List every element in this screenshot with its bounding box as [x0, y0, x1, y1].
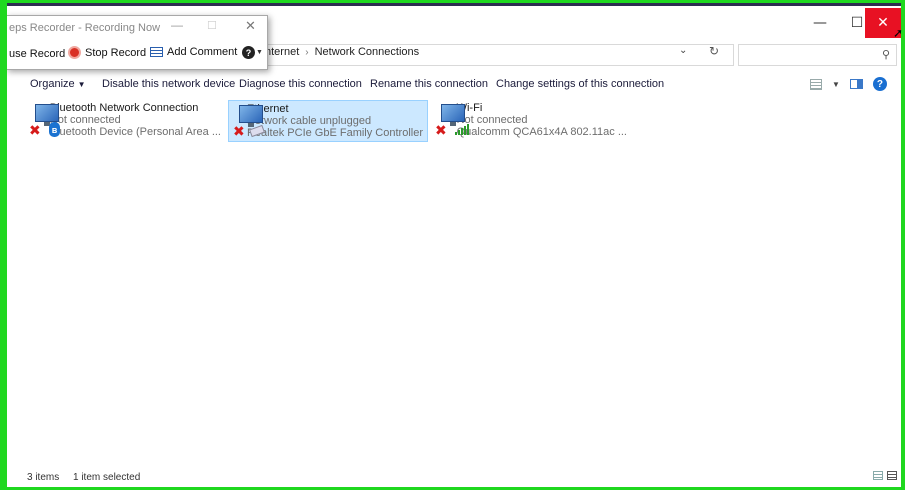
command-bar: Organize ▼ Disable this network device Di…	[7, 74, 901, 96]
recorder-actions: use Record Stop Record Add Comment ? ▼	[7, 44, 267, 66]
connections-list: ✖ ʙ Bluetooth Network Connection Not con…	[7, 98, 901, 460]
network-connections-window: — ☐ ✕ nternet › Network Connections ⌄ ↻ …	[7, 6, 901, 487]
connection-device: Realtek PCIe GbE Family Controller	[246, 127, 423, 139]
rename-connection-button[interactable]: Rename this connection	[370, 78, 488, 90]
disconnected-x-icon: ✖	[29, 123, 41, 139]
connection-status: Not connected	[49, 114, 121, 126]
preview-pane-icon[interactable]	[849, 79, 863, 89]
connection-name: Bluetooth Network Connection	[49, 102, 199, 114]
view-controls: ▼ ?	[810, 77, 887, 91]
help-icon: ?	[242, 46, 255, 59]
selection-count: 1 item selected	[73, 472, 141, 483]
monitor-icon	[35, 104, 59, 126]
breadcrumb-internet[interactable]: nternet	[265, 46, 299, 58]
stop-record-label: Stop Record	[85, 46, 147, 59]
help-icon[interactable]: ?	[872, 77, 887, 91]
change-settings-button[interactable]: Change settings of this connection	[496, 78, 664, 90]
breadcrumb-separator-icon[interactable]: ›	[305, 47, 308, 58]
disconnected-x-icon: ✖	[435, 123, 447, 139]
item-count: 3 items	[27, 472, 60, 483]
monitor-icon	[239, 105, 263, 127]
connection-device: Bluetooth Device (Personal Area ...	[49, 126, 221, 138]
diagnose-connection-button[interactable]: Diagnose this connection	[239, 78, 362, 90]
stop-record-button[interactable]: Stop Record	[68, 46, 146, 59]
status-bar: 3 items 1 item selected	[7, 468, 901, 486]
breadcrumb: nternet › Network Connections	[265, 46, 419, 58]
recorder-help-button[interactable]: ? ▼	[242, 46, 263, 59]
change-view-icon[interactable]	[810, 78, 822, 90]
recorder-title: eps Recorder - Recording Now	[9, 22, 161, 34]
large-icons-view-icon[interactable]	[887, 471, 897, 480]
stop-record-icon	[68, 46, 81, 59]
bluetooth-icon: ʙ	[49, 122, 60, 137]
connection-item-ethernet[interactable]: ✖ Ethernet Network cable unplugged Realt…	[228, 100, 428, 142]
recorder-close-button[interactable]: ✕	[245, 19, 256, 34]
network-adapter-icon: ✖	[233, 103, 265, 140]
details-view-icon[interactable]	[873, 471, 883, 480]
comment-icon	[150, 47, 163, 57]
address-history-chevron-icon[interactable]: ⌄	[679, 45, 687, 56]
connection-item-wifi[interactable]: ✖ Wi-Fi Not connected Qualcomm QCA61x4A …	[431, 100, 631, 142]
connection-name: Wi-Fi	[456, 102, 483, 114]
monitor-icon	[441, 104, 465, 126]
add-comment-button[interactable]: Add Comment	[150, 46, 237, 58]
search-input[interactable]: ⚲	[738, 44, 897, 66]
disable-device-button[interactable]: Disable this network device	[102, 78, 235, 90]
wifi-signal-icon	[455, 124, 469, 135]
steps-recorder-toolbar: eps Recorder - Recording Now — ☐ ✕ use R…	[6, 15, 268, 70]
connection-status: Network cable unplugged	[246, 115, 372, 127]
caret-down-icon: ▼	[77, 80, 86, 89]
refresh-icon[interactable]: ↻	[709, 44, 719, 58]
search-icon: ⚲	[881, 49, 890, 61]
status-view-controls	[873, 471, 897, 480]
connection-item-bluetooth[interactable]: ✖ ʙ Bluetooth Network Connection Not con…	[25, 100, 225, 142]
network-adapter-icon: ✖ ʙ	[29, 102, 60, 139]
view-options-caret-icon[interactable]: ▼	[832, 80, 840, 89]
caret-down-icon: ▼	[256, 49, 263, 56]
connection-status: Not connected	[456, 114, 528, 126]
network-adapter-icon: ✖	[435, 102, 469, 139]
breadcrumb-network-connections[interactable]: Network Connections	[315, 46, 420, 58]
disconnected-x-icon: ✖	[233, 124, 245, 140]
pause-record-button[interactable]: use Record	[9, 48, 65, 60]
recorder-maximize-button: ☐	[207, 20, 217, 32]
connection-device: Qualcomm QCA61x4A 802.11ac ...	[456, 126, 627, 138]
add-comment-label: Add Comment	[167, 46, 238, 58]
mouse-cursor-icon: ➚	[893, 26, 904, 40]
organize-label: Organize	[30, 78, 75, 90]
organize-menu[interactable]: Organize ▼	[30, 78, 86, 90]
recorder-minimize-button[interactable]: —	[171, 18, 183, 32]
connection-name: Ethernet	[246, 103, 289, 115]
minimize-button[interactable]: —	[802, 8, 838, 38]
